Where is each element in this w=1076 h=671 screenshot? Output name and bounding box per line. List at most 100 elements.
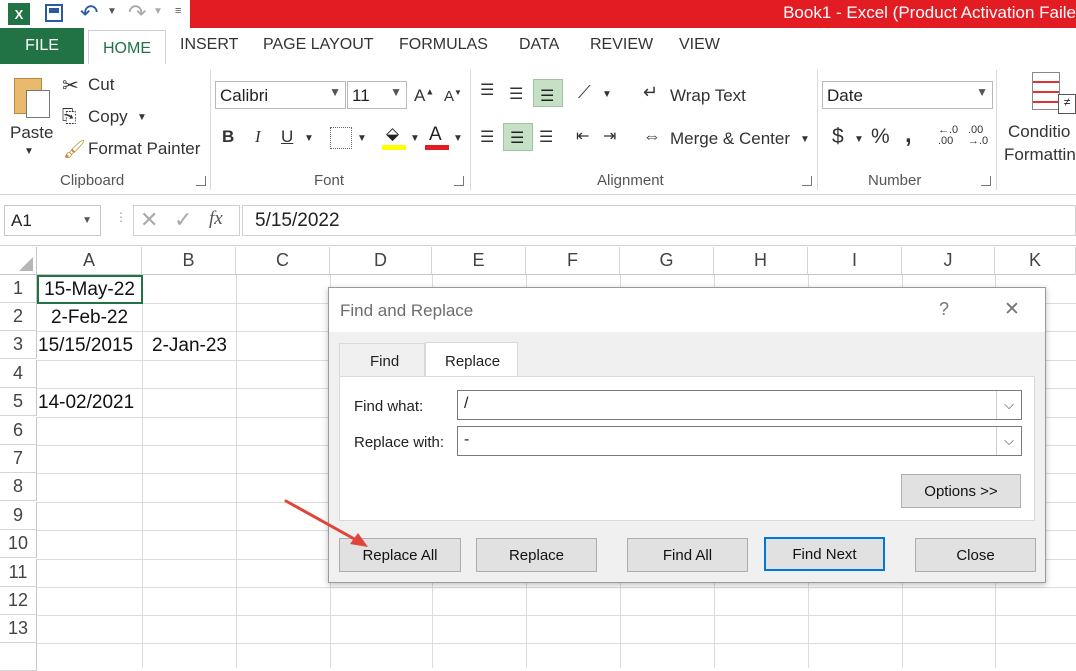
cell-b3[interactable]: 2-Jan-23 <box>152 332 236 360</box>
tab-find[interactable]: Find <box>339 343 425 376</box>
row-header-6[interactable]: 6 <box>0 417 37 445</box>
row-header-13[interactable]: 13 <box>0 615 37 643</box>
replace-with-input[interactable]: - ⌵ <box>457 426 1022 456</box>
increase-decimal-icon[interactable]: ←.0.00 <box>938 125 958 147</box>
decrease-indent-icon[interactable]: ⇤ <box>576 126 589 146</box>
column-header-i[interactable]: I <box>808 247 902 275</box>
chevron-down-icon[interactable]: ⌵ <box>996 391 1021 419</box>
borders-icon[interactable] <box>330 127 352 149</box>
close-icon[interactable]: ✕ <box>1004 298 1020 321</box>
tab-page-layout[interactable]: PAGE LAYOUT <box>263 36 374 54</box>
tab-replace[interactable]: Replace <box>425 342 518 377</box>
copy-dropdown-icon[interactable]: ▼ <box>137 112 147 123</box>
row-header-1[interactable]: 1 <box>0 275 37 303</box>
redo-dropdown-icon[interactable]: ▼ <box>153 6 163 17</box>
align-right-icon[interactable]: ☰ <box>539 127 553 147</box>
copy-icon[interactable]: ⎘ <box>62 106 76 127</box>
number-launcher-icon[interactable] <box>981 176 991 186</box>
comma-button[interactable]: , <box>905 121 912 149</box>
redo-icon[interactable]: ↷ <box>128 0 146 26</box>
column-header-a[interactable]: A <box>37 247 142 275</box>
cell-a1[interactable]: 15-May-22 <box>37 276 142 304</box>
find-all-button[interactable]: Find All <box>627 538 748 572</box>
font-color-dropdown-icon[interactable]: ▼ <box>453 133 463 144</box>
find-next-button[interactable]: Find Next <box>764 537 885 571</box>
insert-function-icon[interactable]: fx <box>209 208 223 230</box>
paste-button[interactable]: Paste <box>10 123 53 143</box>
percent-button[interactable]: % <box>871 125 890 149</box>
wrap-text-button[interactable]: Wrap Text <box>670 86 746 106</box>
conditional-formatting-icon[interactable]: ≠ <box>1032 72 1076 116</box>
tab-insert[interactable]: INSERT <box>180 36 238 54</box>
paste-dropdown-icon[interactable]: ▼ <box>24 146 34 157</box>
customize-quick-access-icon[interactable]: ≡ <box>175 5 181 17</box>
currency-dropdown-icon[interactable]: ▼ <box>854 134 864 145</box>
align-center-button[interactable]: ☰ <box>503 123 533 151</box>
scissors-icon[interactable]: ✂ <box>62 73 79 98</box>
row-header-14[interactable] <box>0 643 37 671</box>
grow-font-icon[interactable]: A▲ <box>414 86 434 106</box>
align-left-icon[interactable]: ☰ <box>480 127 494 147</box>
row-header-5[interactable]: 5 <box>0 388 37 416</box>
chevron-down-icon[interactable]: ⌵ <box>996 427 1021 455</box>
wrap-text-icon[interactable]: ↵ <box>643 82 658 103</box>
undo-icon[interactable]: ↶ <box>80 0 98 26</box>
underline-button[interactable]: U <box>281 127 293 147</box>
font-name-combo[interactable]: Calibri ▼ <box>215 81 346 109</box>
align-middle-icon[interactable]: ☰ <box>509 84 523 104</box>
row-header-9[interactable]: 9 <box>0 502 37 530</box>
underline-dropdown-icon[interactable]: ▼ <box>304 133 314 144</box>
format-painter-icon[interactable]: 🖌 <box>63 139 86 160</box>
row-header-12[interactable]: 12 <box>0 587 37 615</box>
row-header-4[interactable]: 4 <box>0 360 37 388</box>
close-button[interactable]: Close <box>915 538 1036 572</box>
column-header-f[interactable]: F <box>526 247 620 275</box>
help-icon[interactable]: ? <box>939 299 949 320</box>
number-format-combo[interactable]: Date ▼ <box>822 81 993 109</box>
column-header-b[interactable]: B <box>142 247 236 275</box>
tab-data[interactable]: DATA <box>519 36 559 54</box>
row-header-11[interactable]: 11 <box>0 559 37 587</box>
alignment-launcher-icon[interactable] <box>802 176 812 186</box>
cut-button[interactable]: Cut <box>88 75 114 95</box>
row-header-10[interactable]: 10 <box>0 530 37 558</box>
options-button[interactable]: Options >> <box>901 474 1021 508</box>
currency-button[interactable]: $ <box>832 125 844 149</box>
tab-formulas[interactable]: FORMULAS <box>399 36 488 54</box>
increase-indent-icon[interactable]: ⇥ <box>603 126 616 146</box>
column-header-e[interactable]: E <box>432 247 526 275</box>
undo-dropdown-icon[interactable]: ▼ <box>107 6 117 17</box>
tab-home[interactable]: HOME <box>88 30 166 66</box>
borders-dropdown-icon[interactable]: ▼ <box>357 133 367 144</box>
confirm-entry-icon[interactable]: ✓ <box>174 207 192 233</box>
column-header-g[interactable]: G <box>620 247 714 275</box>
align-top-icon[interactable]: ☰ <box>480 80 494 100</box>
cancel-entry-icon[interactable]: ✕ <box>140 207 158 233</box>
column-header-j[interactable]: J <box>902 247 995 275</box>
merge-center-icon[interactable]: ⇔ <box>643 126 661 147</box>
tab-file[interactable]: FILE <box>0 28 84 64</box>
conditional-formatting-label-line2[interactable]: Formattin <box>1004 145 1076 165</box>
cell-a5[interactable]: 14-02/2021 <box>38 389 142 417</box>
merge-center-button[interactable]: Merge & Center <box>670 129 790 149</box>
copy-button[interactable]: Copy <box>88 107 128 127</box>
column-header-d[interactable]: D <box>330 247 432 275</box>
font-color-icon[interactable]: A <box>425 124 449 150</box>
row-header-2[interactable]: 2 <box>0 303 37 331</box>
cell-a3[interactable]: 15/15/2015 <box>38 332 142 360</box>
font-size-combo[interactable]: 11 ▼ <box>347 81 407 109</box>
format-painter-button[interactable]: Format Painter <box>88 139 200 159</box>
clipboard-launcher-icon[interactable] <box>196 176 206 186</box>
cell-a2[interactable]: 2-Feb-22 <box>37 304 142 332</box>
orientation-icon[interactable]: ⟋ <box>578 82 591 103</box>
find-what-input[interactable]: / ⌵ <box>457 390 1022 420</box>
formula-input[interactable]: 5/15/2022 <box>242 205 1076 236</box>
merge-center-dropdown-icon[interactable]: ▼ <box>800 134 810 145</box>
conditional-formatting-label[interactable]: Conditio <box>1008 122 1070 142</box>
tab-review[interactable]: REVIEW <box>590 36 653 54</box>
row-header-8[interactable]: 8 <box>0 473 37 501</box>
align-bottom-button[interactable]: ☰ <box>533 79 563 107</box>
column-header-c[interactable]: C <box>236 247 330 275</box>
shrink-font-icon[interactable]: A▼ <box>444 88 462 105</box>
name-box[interactable]: A1 ▼ <box>4 205 101 236</box>
